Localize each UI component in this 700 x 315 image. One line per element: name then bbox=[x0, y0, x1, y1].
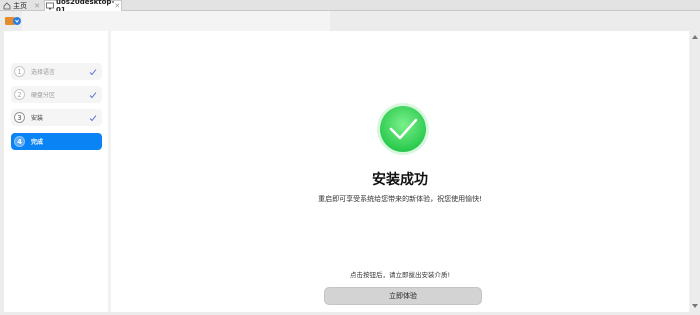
scrollbar[interactable] bbox=[690, 31, 700, 312]
step-select-language: 1 选择语言 bbox=[11, 63, 102, 80]
remove-media-hint: 点击按钮后，请立即拔出安装介质! bbox=[349, 271, 451, 279]
tab-vm[interactable]: uos20desktop-01 ✕ bbox=[44, 0, 122, 14]
step-label: 完成 bbox=[31, 139, 44, 146]
step-number: 2 bbox=[14, 89, 25, 100]
toolbar-strip bbox=[22, 11, 330, 31]
close-icon[interactable]: ✕ bbox=[34, 2, 40, 10]
step-disk-partition: 2 硬盘分区 bbox=[11, 86, 102, 103]
step-number: 3 bbox=[14, 112, 25, 123]
vm-status-icon bbox=[4, 11, 22, 25]
step-install: 3 安装 bbox=[11, 109, 102, 126]
main-panel: 安装成功 重启即可享受系统给您带来的新体验，祝您使用愉快! 点击按钮后，请立即拔… bbox=[111, 31, 689, 312]
home-icon bbox=[3, 1, 11, 10]
step-number: 4 bbox=[14, 136, 25, 147]
tab-home-label: 主页 bbox=[13, 1, 27, 10]
success-message: 重启即可享受系统给您带来的新体验，祝您使用愉快! bbox=[318, 195, 482, 203]
step-finish: 4 完成 bbox=[11, 133, 102, 150]
step-label: 安装 bbox=[31, 115, 44, 122]
scroll-down-icon[interactable] bbox=[691, 302, 699, 310]
tab-bar: 主页 ✕ uos20desktop-01 ✕ bbox=[0, 0, 700, 14]
step-number: 1 bbox=[14, 66, 25, 77]
step-label: 硬盘分区 bbox=[31, 92, 56, 99]
tab-home[interactable]: 主页 ✕ bbox=[2, 0, 42, 11]
steps-sidebar: 1 选择语言 2 硬盘分区 3 安装 4 完成 bbox=[4, 31, 108, 312]
vm-icon bbox=[46, 2, 54, 10]
check-icon bbox=[89, 68, 97, 75]
experience-now-button[interactable]: 立即体验 bbox=[324, 287, 482, 305]
check-icon bbox=[89, 91, 97, 98]
close-icon[interactable]: ✕ bbox=[114, 2, 120, 10]
scroll-up-icon[interactable] bbox=[691, 33, 699, 41]
success-check-icon bbox=[377, 103, 429, 155]
check-icon bbox=[89, 114, 97, 121]
step-label: 选择语言 bbox=[31, 69, 56, 76]
page-title: 安装成功 bbox=[372, 172, 428, 188]
